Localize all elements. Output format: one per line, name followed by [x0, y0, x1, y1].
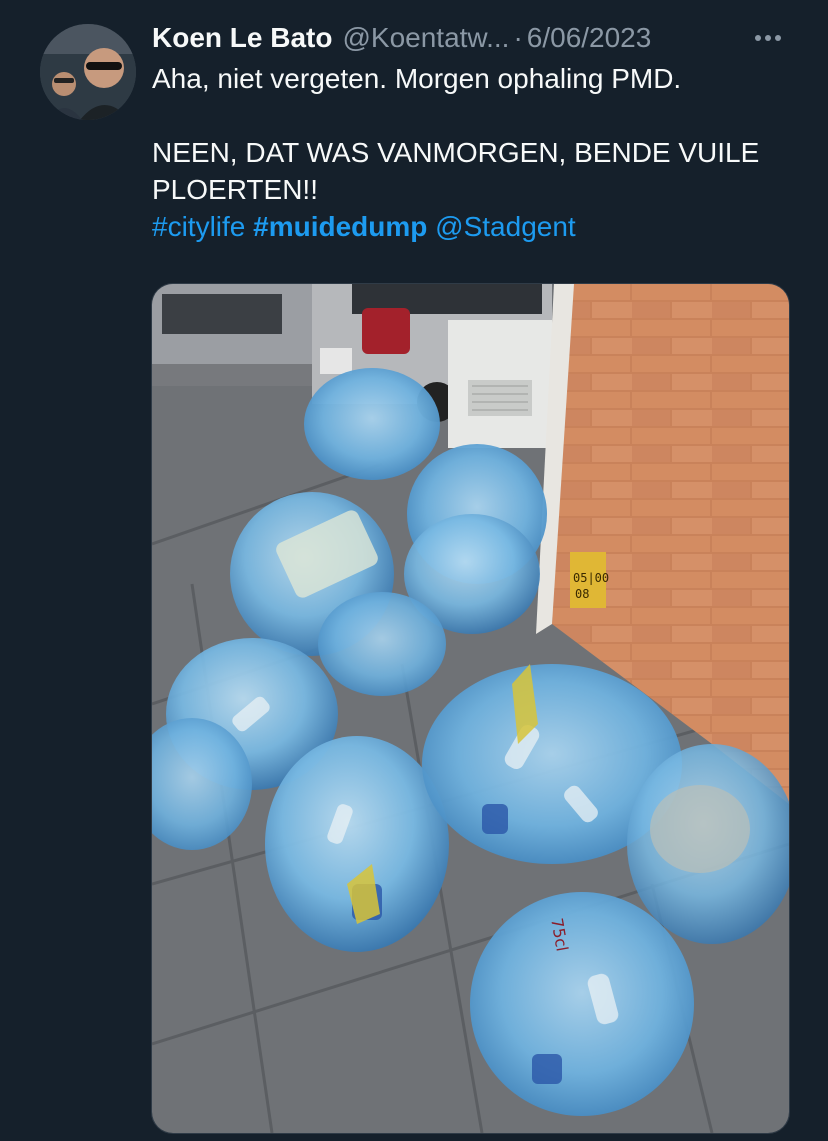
- hashtag-muidedump[interactable]: #muidedump: [253, 211, 427, 242]
- tweet-date[interactable]: 6/06/2023: [527, 22, 652, 54]
- more-horizontal-icon[interactable]: [752, 26, 788, 50]
- tweet-text-line: Aha, niet vergeten. Morgen ophaling PMD.: [152, 63, 682, 94]
- separator-dot: ·: [513, 22, 523, 53]
- avatar-image: [40, 24, 136, 120]
- tweet[interactable]: Koen Le Bato @Koentatw... · 6/06/2023 Ah…: [0, 0, 828, 1141]
- avatar[interactable]: [40, 24, 136, 120]
- mention-stadgent[interactable]: @Stadgent: [435, 211, 576, 242]
- tweet-text-line: NEEN, DAT WAS VANMORGEN, BENDE VUILE PLO…: [152, 137, 760, 205]
- user-handle[interactable]: @Koentatw...: [342, 22, 509, 54]
- tweet-tags: #citylife #muidedump @Stadgent: [152, 208, 792, 245]
- tweet-photo[interactable]: 05|00 08 75cl: [151, 283, 790, 1134]
- display-name[interactable]: Koen Le Bato: [152, 22, 332, 54]
- hashtag-citylife[interactable]: #citylife: [152, 211, 245, 242]
- tweet-text: Aha, niet vergeten. Morgen ophaling PMD.…: [152, 60, 792, 245]
- svg-text:05|00: 05|00: [573, 571, 609, 585]
- photo-garbage-bags: 05|00 08 75cl: [152, 284, 789, 1133]
- tweet-header: Koen Le Bato @Koentatw... · 6/06/2023: [152, 18, 792, 58]
- svg-text:08: 08: [575, 587, 589, 601]
